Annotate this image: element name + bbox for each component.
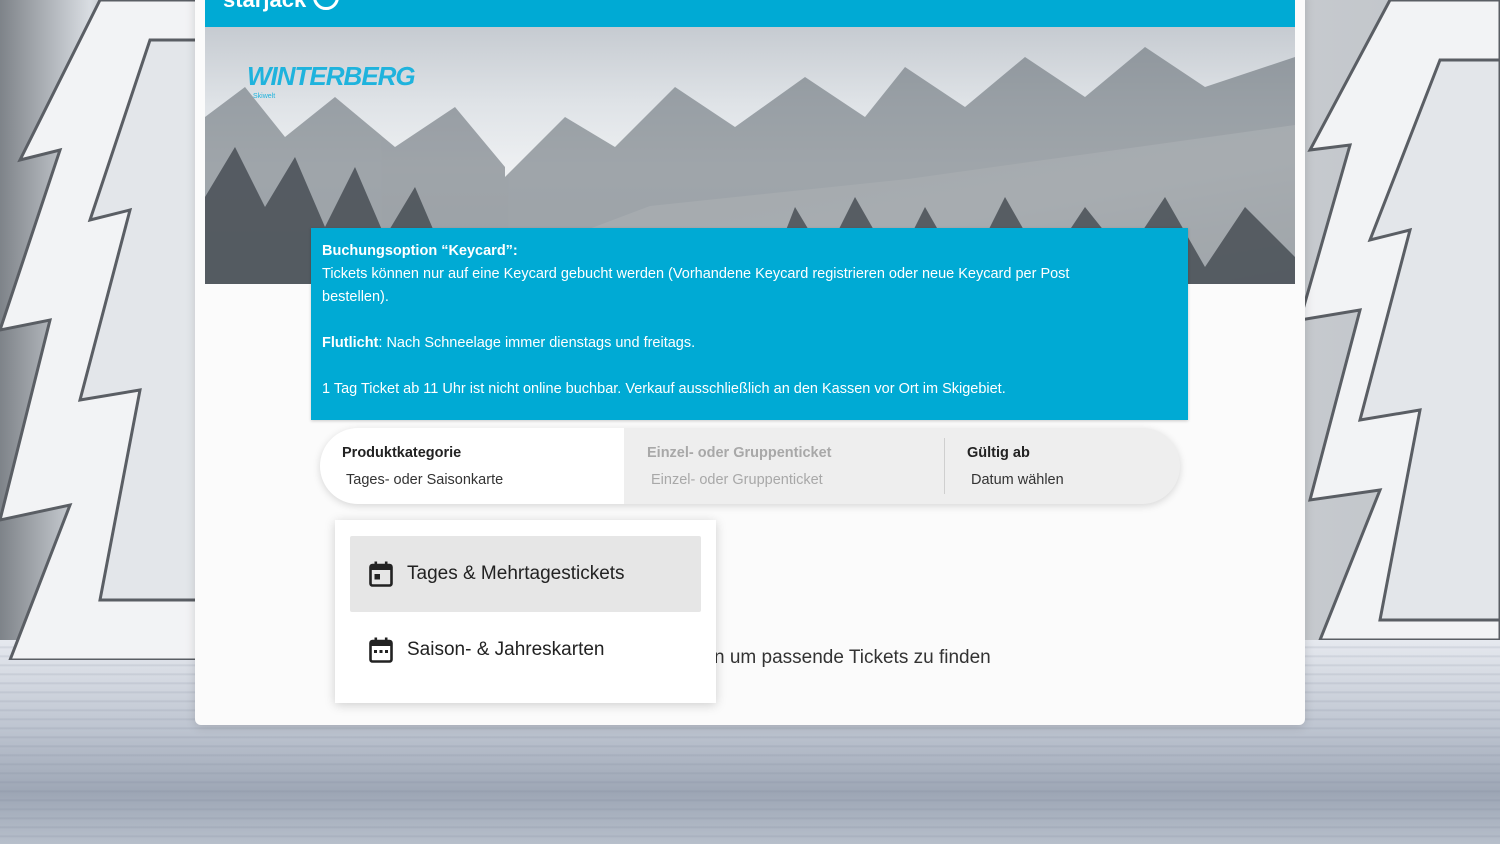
valid-from-value: Datum wählen: [971, 472, 1064, 488]
winterberg-logo-subtitle: Skiwelt: [253, 93, 276, 100]
option-season-passes[interactable]: Saison- & Jahreskarten: [350, 612, 701, 688]
ticket-filter-bar: Produktkategorie Tages- oder Saisonkarte…: [320, 428, 1180, 504]
option-day-tickets[interactable]: Tages & Mehrtagestickets: [350, 536, 701, 612]
top-navigation-bar: starjack: [205, 0, 1295, 27]
starjack-logo[interactable]: starjack: [223, 0, 306, 13]
ticket-notice: 1 Tag Ticket ab 11 Uhr ist nicht online …: [322, 381, 1006, 397]
flutlicht-text: : Nach Schneelage immer dienstags und fr…: [378, 335, 696, 351]
product-category-select[interactable]: Produktkategorie Tages- oder Saisonkarte: [320, 428, 624, 504]
option-day-tickets-label: Tages & Mehrtagestickets: [407, 563, 625, 584]
product-category-dropdown: Tages & Mehrtagestickets Saison- & Jahre…: [335, 520, 716, 703]
search-hint-text: n um passende Tickets zu finden: [714, 647, 991, 668]
starjack-circle-icon: [313, 0, 339, 10]
left-snowy-tree-image: [0, 0, 200, 660]
calendar-day-icon: [369, 561, 393, 587]
winterberg-logo: WINTERBERG: [247, 61, 416, 91]
keycard-text: Tickets können nur auf eine Keycard gebu…: [322, 266, 1070, 305]
calendar-dots-icon: [369, 637, 393, 663]
keycard-title: Buchungsoption “Keycard”:: [322, 243, 518, 259]
booking-info-box: Buchungsoption “Keycard”: Tickets können…: [311, 228, 1188, 420]
ticket-type-value: Einzel- oder Gruppenticket: [651, 472, 823, 488]
flutlicht-label: Flutlicht: [322, 335, 379, 351]
valid-from-label: Gültig ab: [967, 445, 1030, 461]
option-season-passes-label: Saison- & Jahreskarten: [407, 639, 605, 660]
right-snowy-tree-image: [1300, 0, 1500, 640]
valid-from-date-picker[interactable]: Gültig ab Datum wählen: [945, 428, 1180, 504]
product-category-value: Tages- oder Saisonkarte: [346, 472, 504, 488]
ticket-type-select: Einzel- oder Gruppenticket Einzel- oder …: [624, 428, 944, 504]
ticket-type-label: Einzel- oder Gruppenticket: [647, 445, 832, 461]
product-category-label: Produktkategorie: [342, 445, 462, 461]
flutlicht-info: Flutlicht: Nach Schneelage immer diensta…: [322, 332, 1128, 355]
